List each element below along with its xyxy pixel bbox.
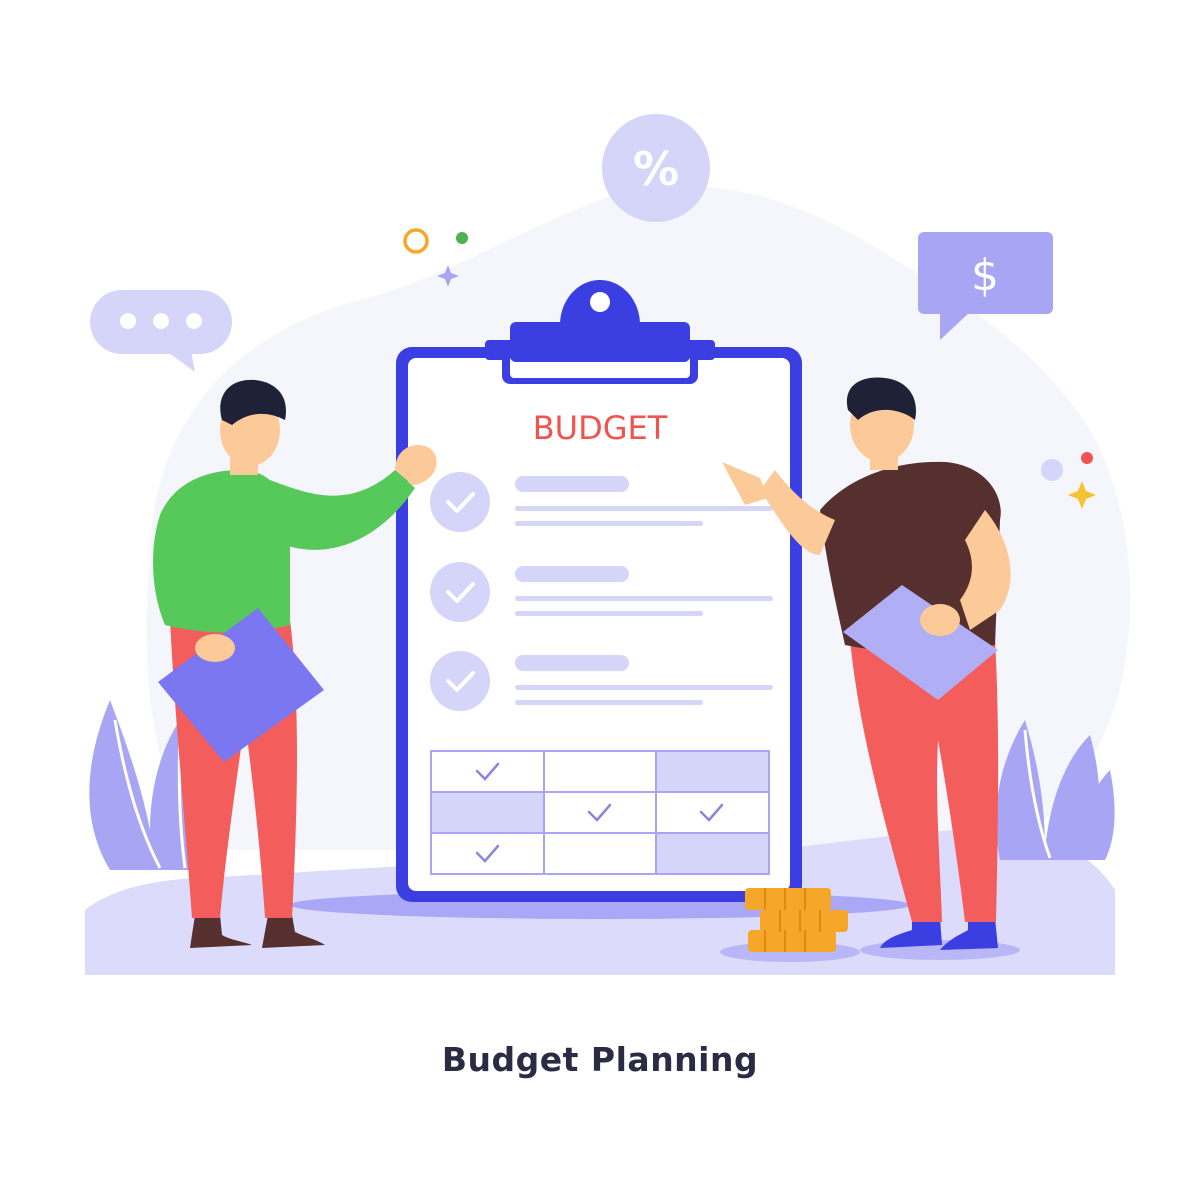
dot-decoration — [456, 232, 468, 244]
dot-decoration — [1041, 459, 1063, 481]
dot-decoration — [1081, 452, 1093, 464]
check-circle-icon — [430, 472, 490, 532]
check-circle-icon — [430, 562, 490, 622]
check-circle-icon — [430, 651, 490, 711]
dollar-symbol: $ — [971, 250, 999, 301]
ring-decoration — [403, 228, 429, 254]
chat-bubble-icon — [90, 290, 232, 372]
board-title: BUDGET — [533, 409, 668, 447]
budget-planning-illustration: % $ BUDGET — [85, 114, 1130, 975]
percent-symbol: % — [633, 142, 679, 196]
caption: Budget Planning — [441, 1040, 759, 1079]
